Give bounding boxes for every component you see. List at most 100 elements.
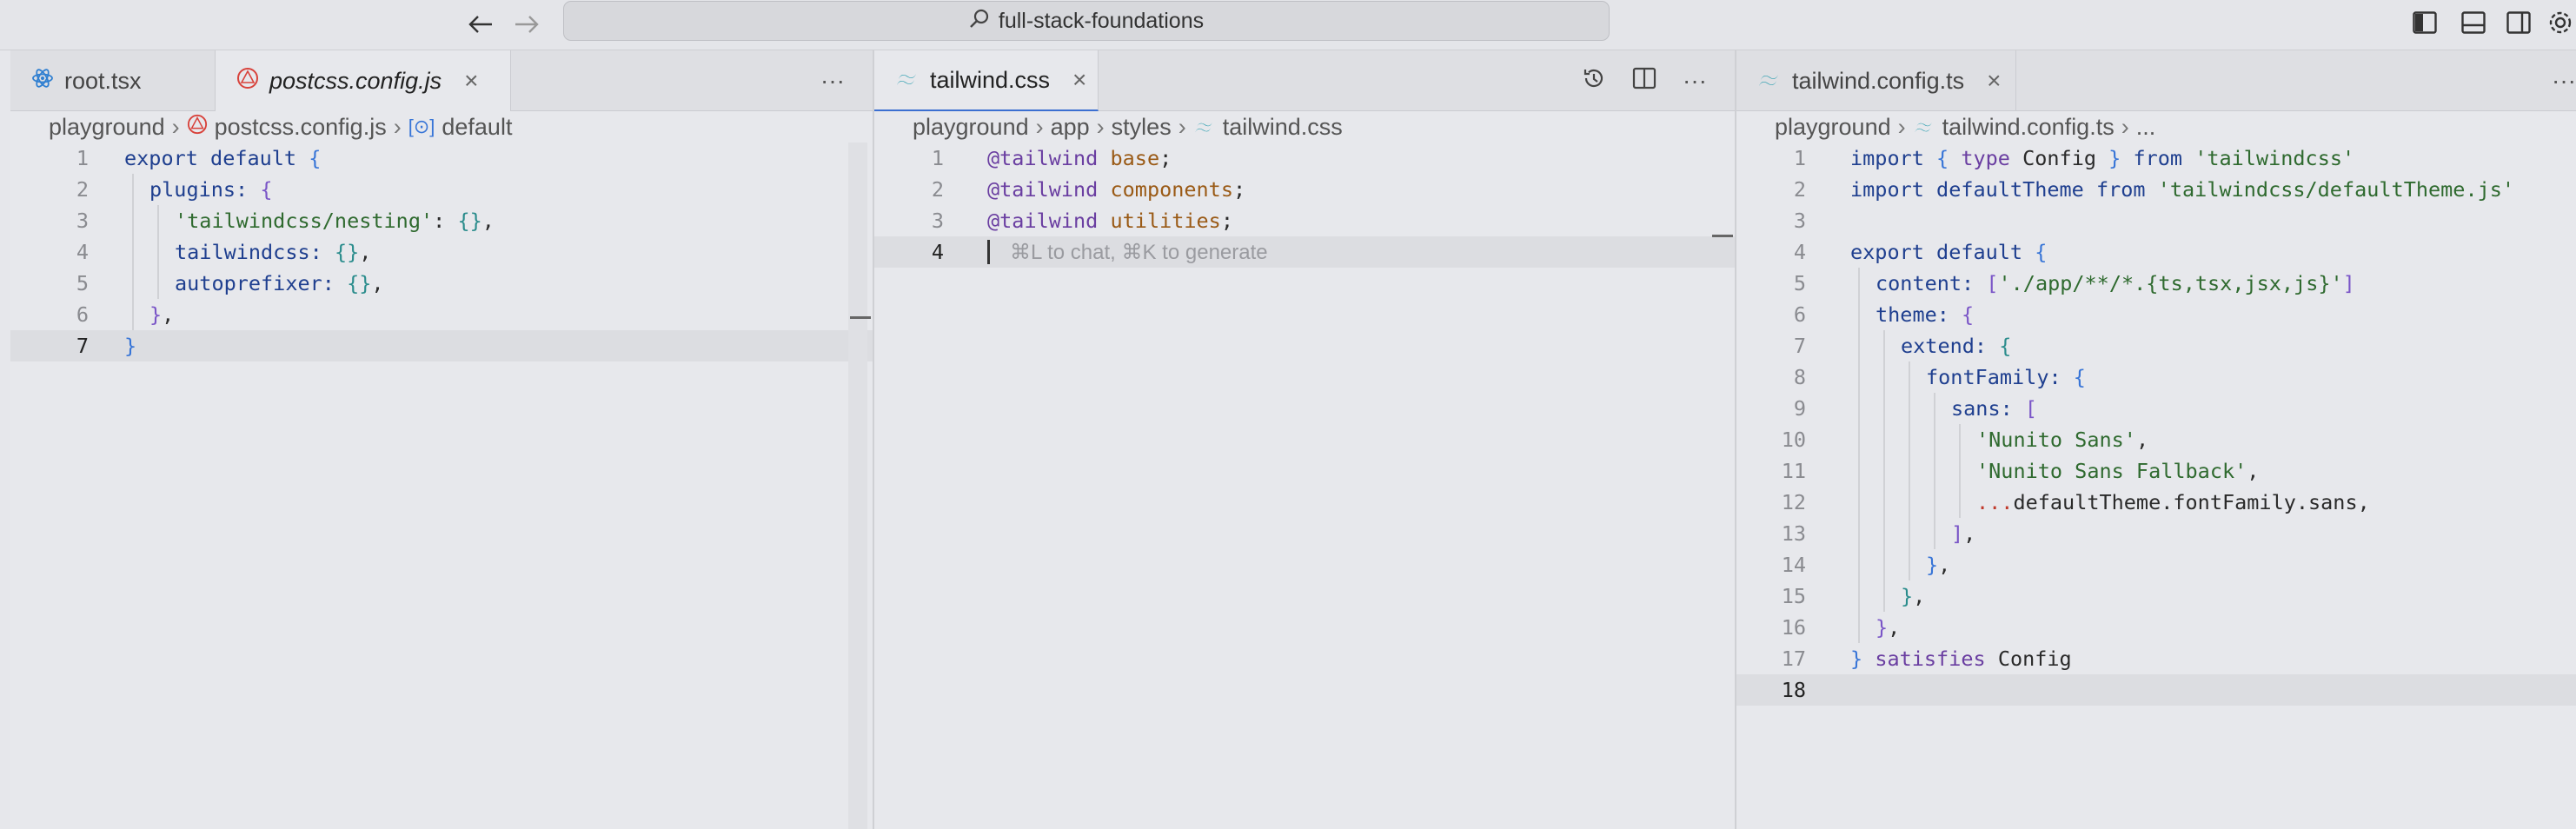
line-number: 1 xyxy=(931,146,944,170)
line-number: 3 xyxy=(931,209,944,233)
code-token: type xyxy=(1961,146,2010,170)
code-token: from xyxy=(2133,146,2183,170)
code-line: 10 'Nunito Sans', xyxy=(1736,424,2576,455)
code-token: } xyxy=(149,302,163,327)
code-line-current: 7 } xyxy=(10,330,873,361)
tab-root-tsx[interactable]: root.tsx xyxy=(10,50,216,111)
breadcrumb-item[interactable]: playground xyxy=(1775,114,1891,141)
line-number: 14 xyxy=(1781,553,1806,577)
more-actions-icon[interactable]: ··· xyxy=(820,67,845,95)
code-token: tailwindcss: xyxy=(175,240,322,264)
tailwind-icon xyxy=(895,67,920,94)
code-token: extend: xyxy=(1901,334,1988,358)
close-icon[interactable]: × xyxy=(464,67,478,95)
line-number: 6 xyxy=(1793,302,1806,327)
settings-gear-icon[interactable] xyxy=(2545,7,2576,38)
breadcrumb-item[interactable]: tailwind.css xyxy=(1223,114,1343,141)
command-center-search[interactable]: full-stack-foundations xyxy=(563,1,1610,41)
code-token: , xyxy=(359,240,372,264)
code-token: utilities xyxy=(1110,209,1221,233)
code-token: ... xyxy=(1976,490,2014,514)
code-token: ] xyxy=(2342,271,2355,295)
line-number: 6 xyxy=(76,302,89,327)
code-token: from xyxy=(2095,177,2146,202)
code-editor[interactable]: 1 import { type Config } from 'tailwindc… xyxy=(1736,143,2576,829)
code-token: @tailwind xyxy=(987,146,1099,170)
code-line: 11 'Nunito Sans Fallback', xyxy=(1736,455,2576,487)
breadcrumb-item[interactable]: playground xyxy=(913,114,1029,141)
line-number: 18 xyxy=(1781,678,1806,702)
breadcrumb-item[interactable]: tailwind.config.ts xyxy=(1942,114,2115,141)
code-line: 15 }, xyxy=(1736,580,2576,612)
line-number: 11 xyxy=(1781,459,1806,483)
more-actions-icon[interactable]: ··· xyxy=(1683,67,1707,95)
history-icon[interactable] xyxy=(1582,66,1606,96)
breadcrumb-item[interactable]: postcss.config.js xyxy=(215,114,387,141)
code-token: } xyxy=(2108,146,2121,170)
code-token: ; xyxy=(1232,177,1246,202)
editor-group-middle: tailwind.css × ··· playground › app › st… xyxy=(874,50,1735,829)
line-number: 16 xyxy=(1781,615,1806,640)
code-token: theme: xyxy=(1876,302,1949,327)
code-line-current: 4 ⌘L to chat, ⌘K to generate xyxy=(874,236,1735,268)
scrollbar-cursor-marker xyxy=(1712,235,1733,237)
code-token: , xyxy=(1913,584,1926,608)
line-number: 8 xyxy=(1793,365,1806,389)
breadcrumb-item[interactable]: default xyxy=(442,114,512,141)
line-number: 13 xyxy=(1781,521,1806,546)
toggle-secondary-sidebar-icon[interactable] xyxy=(2503,7,2534,38)
code-token: export xyxy=(124,146,198,170)
code-token: {} xyxy=(347,271,372,295)
tailwind-icon xyxy=(1193,114,1216,141)
toggle-primary-sidebar-icon[interactable] xyxy=(2409,7,2440,38)
code-line: 5 content: ['./app/**/*.{ts,tsx,jsx,js}'… xyxy=(1736,268,2576,299)
code-token: , xyxy=(1938,553,1951,577)
tab-label: root.tsx xyxy=(64,67,142,94)
line-number: 10 xyxy=(1781,428,1806,452)
line-number: 1 xyxy=(76,146,89,170)
code-token: { xyxy=(1962,302,1975,327)
code-token: 'Nunito Sans' xyxy=(1976,428,2136,452)
symbol-variable-icon: [⊙] xyxy=(408,116,435,137)
code-token: } xyxy=(1926,553,1939,577)
code-token: { xyxy=(309,146,322,170)
code-token: @tailwind xyxy=(987,177,1099,202)
code-token: defaultTheme.fontFamily.sans, xyxy=(2013,490,2370,514)
code-editor[interactable]: 1 export default { 2 plugins: { 3 'tailw… xyxy=(10,143,873,829)
tab-label: tailwind.css xyxy=(930,66,1051,93)
split-editor-icon[interactable] xyxy=(1632,67,1656,96)
breadcrumb-item[interactable]: playground xyxy=(49,114,165,141)
breadcrumb-item[interactable]: styles xyxy=(1112,114,1172,141)
code-token: sans: xyxy=(1951,396,2013,421)
scrollbar[interactable] xyxy=(848,143,867,829)
line-number: 9 xyxy=(1793,396,1806,421)
chevron-right-icon: › xyxy=(393,113,402,140)
breadcrumb-item[interactable]: ... xyxy=(2136,114,2156,141)
code-editor[interactable]: 1 @tailwind base; 2 @tailwind components… xyxy=(874,143,1735,829)
inline-ai-hint: ⌘L to chat, ⌘K to generate xyxy=(1010,240,1268,264)
tailwind-icon xyxy=(1913,114,1935,141)
code-line: 12 ...defaultTheme.fontFamily.sans, xyxy=(1736,487,2576,518)
arrow-right-icon[interactable] xyxy=(509,9,544,40)
breadcrumb-item[interactable]: app xyxy=(1051,114,1090,141)
tab-tailwind-config[interactable]: tailwind.config.ts × xyxy=(1736,50,2016,111)
tab-postcss-config[interactable]: postcss.config.js × xyxy=(216,50,511,111)
tab-actions: ··· xyxy=(820,50,845,111)
code-token: { xyxy=(260,177,273,202)
arrow-left-icon[interactable] xyxy=(463,9,498,40)
more-actions-icon[interactable]: ··· xyxy=(2552,67,2576,95)
close-icon[interactable]: × xyxy=(1987,67,2001,95)
tab-tailwind-css[interactable]: tailwind.css × xyxy=(874,50,1099,111)
code-token: 'tailwindcss/defaultTheme.js' xyxy=(2157,177,2515,202)
code-token: ; xyxy=(1159,146,1172,170)
code-line: 3 @tailwind utilities; xyxy=(874,205,1735,236)
line-number: 3 xyxy=(1793,209,1806,233)
tab-bar: root.tsx postcss.config.js × ··· xyxy=(10,50,873,111)
code-token: , xyxy=(2247,459,2260,483)
code-token: , xyxy=(481,209,495,233)
close-icon[interactable]: × xyxy=(1072,66,1086,94)
code-token: default xyxy=(210,146,297,170)
indent-guide xyxy=(1883,330,1885,612)
code-token: {} xyxy=(334,240,360,264)
toggle-panel-icon[interactable] xyxy=(2458,7,2489,38)
